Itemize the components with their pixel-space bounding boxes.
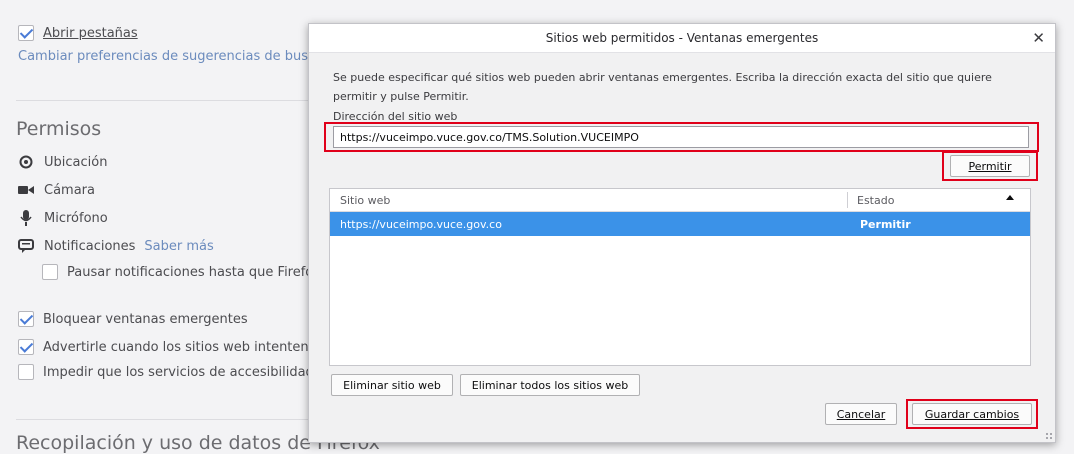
open-tabs-option[interactable]: Abrir pestañas bbox=[18, 25, 138, 41]
suggestion-preferences-link[interactable]: Cambiar preferencias de sugerencias de b… bbox=[18, 49, 323, 64]
warn-addons-option[interactable]: Advertirle cuando los sitios web intente… bbox=[18, 339, 316, 355]
allow-button[interactable]: Permitir bbox=[950, 155, 1030, 177]
block-popups-option[interactable]: Bloquear ventanas emergentes bbox=[18, 311, 248, 327]
allowed-sites-dialog: Sitios web permitidos - Ventanas emergen… bbox=[308, 23, 1056, 443]
camera-permission[interactable]: Cámara bbox=[18, 182, 95, 198]
learn-more-link[interactable]: Saber más bbox=[144, 239, 213, 254]
permissions-heading: Permisos bbox=[16, 118, 102, 140]
open-tabs-label: Abrir pestañas bbox=[43, 25, 138, 41]
table-row[interactable]: https://vuceimpo.vuce.gov.co Permitir bbox=[330, 212, 1030, 236]
open-tabs-checkbox[interactable] bbox=[18, 25, 34, 41]
pause-notifications-checkbox[interactable] bbox=[42, 264, 58, 280]
address-label: Dirección del sitio web bbox=[333, 110, 458, 123]
table-header: Sitio web Estado bbox=[330, 189, 1030, 212]
dialog-titlebar: Sitios web permitidos - Ventanas emergen… bbox=[309, 24, 1055, 53]
location-permission[interactable]: Ubicación bbox=[18, 154, 107, 170]
microphone-label: Micrófono bbox=[44, 210, 108, 226]
sites-table[interactable]: Sitio web Estado https://vuceimpo.vuce.g… bbox=[329, 188, 1031, 366]
accessibility-checkbox[interactable] bbox=[18, 364, 34, 380]
remove-site-button[interactable]: Eliminar sitio web bbox=[331, 374, 453, 396]
warn-addons-checkbox[interactable] bbox=[18, 339, 34, 355]
microphone-permission[interactable]: Micrófono bbox=[18, 210, 108, 226]
pause-notifications-label: Pausar notificaciones hasta que Firefo bbox=[67, 264, 314, 280]
location-icon bbox=[18, 154, 34, 170]
notifications-permission[interactable]: Notificaciones Saber más bbox=[18, 238, 214, 254]
remove-site-label: Eliminar sitio web bbox=[343, 378, 441, 392]
resize-grip-icon[interactable] bbox=[1045, 432, 1053, 440]
notifications-icon bbox=[18, 238, 34, 254]
save-label: Guardar cambios bbox=[924, 407, 1020, 421]
row-site: https://vuceimpo.vuce.gov.co bbox=[340, 218, 502, 231]
accessibility-option[interactable]: Impedir que los servicios de accesibilid… bbox=[18, 364, 314, 380]
save-changes-button[interactable]: Guardar cambios bbox=[912, 403, 1032, 425]
sort-ascending-icon[interactable] bbox=[1006, 195, 1014, 200]
microphone-icon bbox=[18, 210, 34, 226]
cancel-button[interactable]: Cancelar bbox=[825, 403, 897, 425]
block-popups-checkbox[interactable] bbox=[18, 311, 34, 327]
column-header-status[interactable]: Estado bbox=[857, 194, 894, 207]
pause-notifications-option[interactable]: Pausar notificaciones hasta que Firefo bbox=[42, 264, 313, 280]
column-header-site[interactable]: Sitio web bbox=[340, 194, 390, 207]
address-input[interactable] bbox=[333, 126, 1029, 148]
remove-all-sites-button[interactable]: Eliminar todos los sitios web bbox=[460, 374, 640, 396]
warn-addons-label: Advertirle cuando los sitios web intente… bbox=[43, 339, 317, 355]
camera-icon bbox=[18, 182, 34, 198]
camera-label: Cámara bbox=[44, 182, 95, 198]
dialog-title: Sitios web permitidos - Ventanas emergen… bbox=[545, 31, 819, 45]
close-icon[interactable]: ✕ bbox=[1032, 29, 1045, 47]
dialog-description: Se puede especificar qué sitios web pued… bbox=[333, 71, 992, 103]
location-label: Ubicación bbox=[44, 154, 108, 170]
accessibility-label: Impedir que los servicios de accesibilid… bbox=[43, 364, 314, 380]
suggest-prefs-row[interactable]: Cambiar preferencias de sugerencias de b… bbox=[18, 49, 323, 64]
column-divider[interactable] bbox=[847, 192, 848, 208]
notifications-label: Notificaciones bbox=[44, 238, 136, 254]
remove-all-label: Eliminar todos los sitios web bbox=[471, 378, 629, 392]
allow-button-label: Permitir bbox=[968, 159, 1012, 173]
cancel-label: Cancelar bbox=[836, 407, 886, 421]
row-status: Permitir bbox=[860, 218, 911, 231]
block-popups-label: Bloquear ventanas emergentes bbox=[43, 311, 248, 327]
